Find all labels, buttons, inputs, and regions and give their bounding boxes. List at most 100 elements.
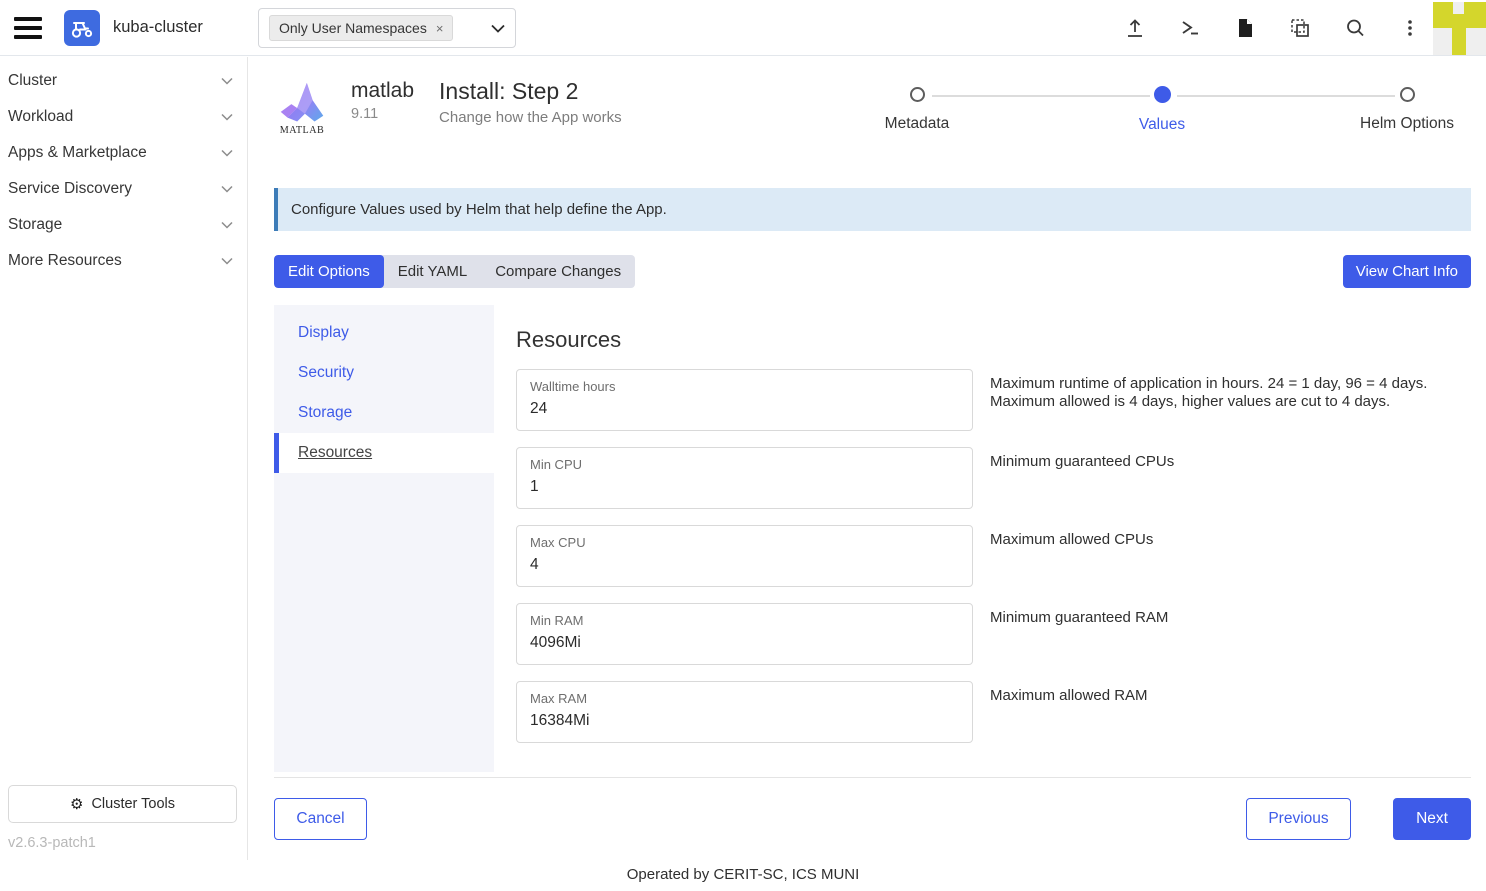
page-subtitle: Change how the App works — [439, 109, 622, 126]
muni-logo[interactable] — [1433, 2, 1486, 55]
form-heading: Resources — [516, 327, 1471, 353]
upload-icon[interactable] — [1123, 16, 1147, 40]
namespace-filter-tag[interactable]: Only User Namespaces × — [269, 15, 453, 41]
cluster-tools-button[interactable]: ⚙ Cluster Tools — [8, 785, 237, 823]
step-label: Values — [1139, 116, 1185, 134]
info-banner-text: Configure Values used by Helm that help … — [291, 201, 667, 218]
walltime-hours-field[interactable]: Walltime hours — [516, 369, 973, 431]
tractor-icon — [69, 15, 95, 41]
field-label: Max CPU — [530, 535, 959, 550]
field-label: Walltime hours — [530, 379, 959, 394]
chevron-down-icon — [221, 113, 233, 121]
app-identity: matlab 9.11 — [351, 79, 414, 122]
chevron-down-icon — [221, 221, 233, 229]
min-cpu-input[interactable] — [530, 478, 959, 496]
section-nav-storage[interactable]: Storage — [274, 393, 494, 433]
field-row-min-ram: Min RAM Minimum guaranteed RAM — [516, 603, 1471, 665]
tab-edit-yaml[interactable]: Edit YAML — [384, 255, 481, 288]
sidebar-item-workload[interactable]: Workload — [0, 99, 247, 135]
hamburger-menu-icon[interactable] — [14, 17, 42, 39]
matlab-logo: MATLAB — [277, 79, 327, 137]
cancel-button[interactable]: Cancel — [274, 798, 367, 840]
field-row-max-ram: Max RAM Maximum allowed RAM — [516, 681, 1471, 743]
page: kuba-cluster Only User Namespaces × — [0, 0, 1486, 891]
app-version: 9.11 — [351, 106, 414, 122]
install-title-block: Install: Step 2 Change how the App works — [439, 79, 622, 126]
actions-divider — [274, 777, 1471, 778]
kebab-menu-icon[interactable] — [1398, 16, 1422, 40]
footer-text: Operated by CERIT-SC, ICS MUNI — [627, 866, 860, 883]
tab-compare-changes[interactable]: Compare Changes — [481, 255, 635, 288]
tabs-row: Edit Options Edit YAML Compare Changes V… — [274, 255, 1471, 288]
sidebar-item-more-resources[interactable]: More Resources — [0, 243, 247, 279]
app-name: matlab — [351, 79, 414, 102]
sidebar-item-apps-marketplace[interactable]: Apps & Marketplace — [0, 135, 247, 171]
step-helm-options[interactable]: Helm Options — [1342, 87, 1472, 133]
sidebar-item-label: Workload — [8, 108, 73, 126]
min-cpu-field[interactable]: Min CPU — [516, 447, 973, 509]
field-label: Min RAM — [530, 613, 959, 628]
tab-edit-options[interactable]: Edit Options — [274, 255, 384, 288]
field-row-min-cpu: Min CPU Minimum guaranteed CPUs — [516, 447, 1471, 509]
previous-button[interactable]: Previous — [1246, 798, 1351, 840]
section-nav-display[interactable]: Display — [274, 313, 494, 353]
resources-form: Resources Walltime hours Maximum runtime… — [516, 305, 1471, 743]
sidebar: Cluster Workload Apps & Marketplace Serv… — [0, 57, 248, 860]
step-dot — [1400, 87, 1415, 102]
remove-tag-icon[interactable]: × — [436, 21, 444, 36]
chevron-down-icon — [221, 149, 233, 157]
chevron-down-icon — [221, 77, 233, 85]
step-metadata[interactable]: Metadata — [852, 87, 982, 133]
field-label: Max RAM — [530, 691, 959, 706]
field-row-max-cpu: Max CPU Maximum allowed CPUs — [516, 525, 1471, 587]
kubectl-shell-icon[interactable] — [1178, 16, 1202, 40]
info-banner: Configure Values used by Helm that help … — [274, 188, 1471, 231]
namespace-filter[interactable]: Only User Namespaces × — [258, 8, 516, 48]
wizard-actions: Cancel Previous Next — [274, 798, 1471, 840]
field-description: Minimum guaranteed CPUs — [990, 453, 1460, 471]
import-yaml-icon[interactable] — [1288, 16, 1312, 40]
kubeconfig-file-icon[interactable] — [1233, 16, 1257, 40]
sidebar-item-label: Cluster — [8, 72, 57, 90]
cluster-tools-label: Cluster Tools — [91, 796, 175, 812]
page-title: Install: Step 2 — [439, 79, 622, 103]
page-footer: Operated by CERIT-SC, ICS MUNI — [0, 866, 1486, 891]
sidebar-item-cluster[interactable]: Cluster — [0, 63, 247, 99]
min-ram-field[interactable]: Min RAM — [516, 603, 973, 665]
section-nav-security[interactable]: Security — [274, 353, 494, 393]
cluster-badge-icon[interactable] — [64, 10, 100, 46]
field-description: Maximum allowed CPUs — [990, 531, 1460, 549]
field-label: Min CPU — [530, 457, 959, 472]
step-values[interactable]: Values — [1097, 87, 1227, 134]
field-description: Maximum allowed RAM — [990, 687, 1460, 705]
walltime-hours-input[interactable] — [530, 400, 959, 418]
chevron-down-icon[interactable] — [491, 24, 505, 33]
view-chart-info-button[interactable]: View Chart Info — [1343, 255, 1471, 288]
top-bar: kuba-cluster Only User Namespaces × — [0, 0, 1486, 56]
sidebar-item-storage[interactable]: Storage — [0, 207, 247, 243]
tab-group: Edit Options Edit YAML Compare Changes — [274, 255, 635, 288]
step-dot — [910, 87, 925, 102]
max-cpu-input[interactable] — [530, 556, 959, 574]
chevron-down-icon — [221, 257, 233, 265]
step-label: Metadata — [885, 115, 950, 133]
section-nav-resources[interactable]: Resources — [274, 433, 494, 473]
rancher-version: v2.6.3-patch1 — [8, 835, 96, 851]
sidebar-item-label: More Resources — [8, 252, 122, 270]
chevron-down-icon — [221, 185, 233, 193]
step-dot — [1154, 86, 1171, 103]
gear-icon: ⚙ — [70, 795, 83, 813]
max-ram-input[interactable] — [530, 712, 959, 730]
max-ram-field[interactable]: Max RAM — [516, 681, 973, 743]
field-description: Minimum guaranteed RAM — [990, 609, 1460, 627]
sidebar-item-service-discovery[interactable]: Service Discovery — [0, 171, 247, 207]
field-row-walltime: Walltime hours Maximum runtime of applic… — [516, 369, 1471, 431]
field-description: Maximum runtime of application in hours.… — [990, 375, 1442, 411]
min-ram-input[interactable] — [530, 634, 959, 652]
install-stepper: Metadata Values Helm Options — [850, 87, 1474, 153]
max-cpu-field[interactable]: Max CPU — [516, 525, 973, 587]
sidebar-item-label: Apps & Marketplace — [8, 144, 147, 162]
sidebar-item-label: Service Discovery — [8, 180, 132, 198]
next-button[interactable]: Next — [1393, 798, 1471, 840]
search-icon[interactable] — [1343, 16, 1367, 40]
